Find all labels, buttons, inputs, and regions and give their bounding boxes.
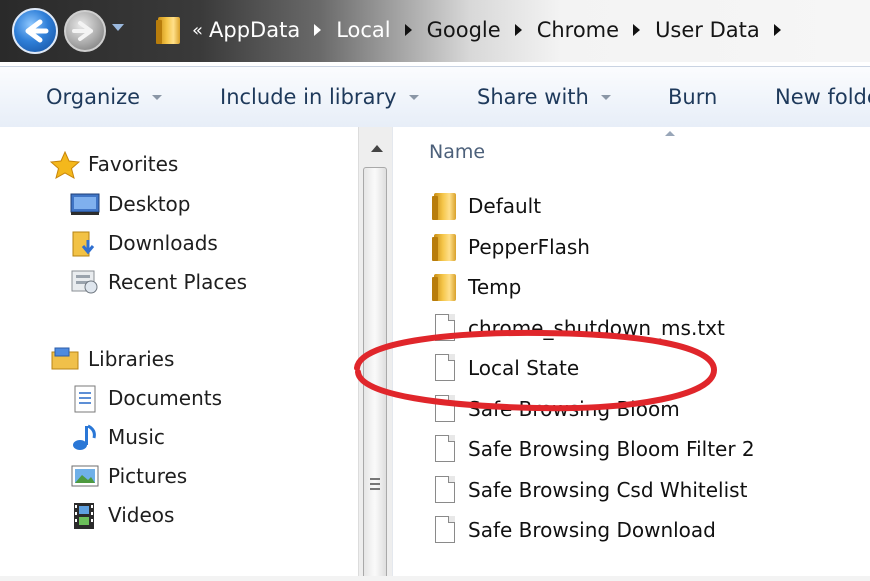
burn-button[interactable]: Burn	[668, 85, 717, 109]
breadcrumb-separator-icon[interactable]	[633, 24, 641, 36]
nav-item-recent-places[interactable]: Recent Places	[70, 269, 247, 295]
folder-icon	[432, 272, 458, 302]
breadcrumb-appdata[interactable]: AppData	[209, 18, 336, 42]
breadcrumb-google[interactable]: Google	[427, 18, 537, 42]
sort-ascending-icon	[665, 131, 675, 136]
file-icon	[432, 515, 458, 545]
navigation-pane: Favorites Desktop Downloads Recent Place…	[0, 127, 358, 581]
music-note-icon	[70, 424, 100, 450]
list-item[interactable]: Default	[432, 191, 541, 221]
nav-item-downloads[interactable]: Downloads	[70, 230, 218, 257]
recent-places-icon	[70, 269, 100, 295]
breadcrumb-separator-icon[interactable]	[314, 24, 322, 36]
nav-item-desktop[interactable]: Desktop	[70, 191, 190, 217]
documents-icon	[70, 385, 100, 413]
desktop-icon	[70, 191, 100, 217]
column-header-name[interactable]: Name	[429, 141, 485, 163]
bottom-edge	[0, 576, 870, 581]
list-item[interactable]: Safe Browsing Bloom Filter 2	[432, 434, 755, 464]
breadcrumb-separator-icon[interactable]	[404, 24, 412, 36]
forward-button[interactable]	[64, 10, 106, 52]
back-arrow-icon	[25, 19, 49, 43]
breadcrumb-chrome[interactable]: Chrome	[537, 18, 655, 42]
new-folder-button[interactable]: New folde	[775, 85, 870, 109]
red-highlight-ellipse	[354, 329, 718, 412]
chevron-down-icon	[408, 94, 419, 100]
breadcrumb-user-data[interactable]: User Data	[655, 18, 796, 42]
libraries-icon	[50, 346, 80, 372]
address-bar-area: « AppData Local Google Chrome User Data	[0, 0, 870, 62]
forward-arrow-icon	[72, 21, 93, 41]
breadcrumb-separator-icon[interactable]	[773, 24, 781, 36]
list-item[interactable]: Safe Browsing Csd Whitelist	[432, 475, 747, 505]
nav-favorites[interactable]: Favorites	[49, 150, 178, 180]
nav-item-music[interactable]: Music	[70, 424, 165, 450]
grip-line	[370, 488, 380, 490]
file-icon	[432, 475, 458, 505]
breadcrumb-local[interactable]: Local	[336, 18, 426, 42]
folder-icon	[432, 191, 458, 221]
folder-icon	[432, 232, 458, 262]
breadcrumb-separator-icon[interactable]	[514, 24, 522, 36]
share-with-button[interactable]: Share with	[477, 85, 611, 109]
scroll-up-arrow-icon[interactable]	[371, 145, 383, 152]
back-button[interactable]	[12, 8, 58, 54]
list-item[interactable]: PepperFlash	[432, 232, 590, 262]
list-item[interactable]: Temp	[432, 272, 521, 302]
chevron-down-icon	[600, 94, 611, 100]
pictures-icon	[70, 463, 100, 489]
list-item[interactable]: Safe Browsing Download	[432, 515, 716, 545]
downloads-folder-icon	[70, 230, 100, 257]
nav-item-documents[interactable]: Documents	[70, 385, 222, 413]
grip-line	[370, 478, 380, 480]
grip-line	[370, 483, 380, 485]
breadcrumb[interactable]: « AppData Local Google Chrome User Data	[150, 10, 870, 50]
command-bar: Organize Include in library Share with B…	[0, 66, 870, 128]
recent-pages-dropdown-icon[interactable]	[112, 24, 124, 31]
nav-libraries[interactable]: Libraries	[50, 346, 174, 372]
folder-icon	[156, 15, 182, 45]
chevron-down-icon	[152, 94, 163, 100]
nav-item-pictures[interactable]: Pictures	[70, 463, 187, 489]
star-icon	[49, 150, 81, 180]
organize-button[interactable]: Organize	[46, 85, 163, 109]
file-icon	[432, 434, 458, 464]
include-in-library-button[interactable]: Include in library	[220, 85, 419, 109]
nav-item-videos[interactable]: Videos	[70, 502, 174, 529]
breadcrumb-overflow-chevron[interactable]: «	[192, 20, 203, 41]
videos-filmstrip-icon	[70, 502, 100, 529]
